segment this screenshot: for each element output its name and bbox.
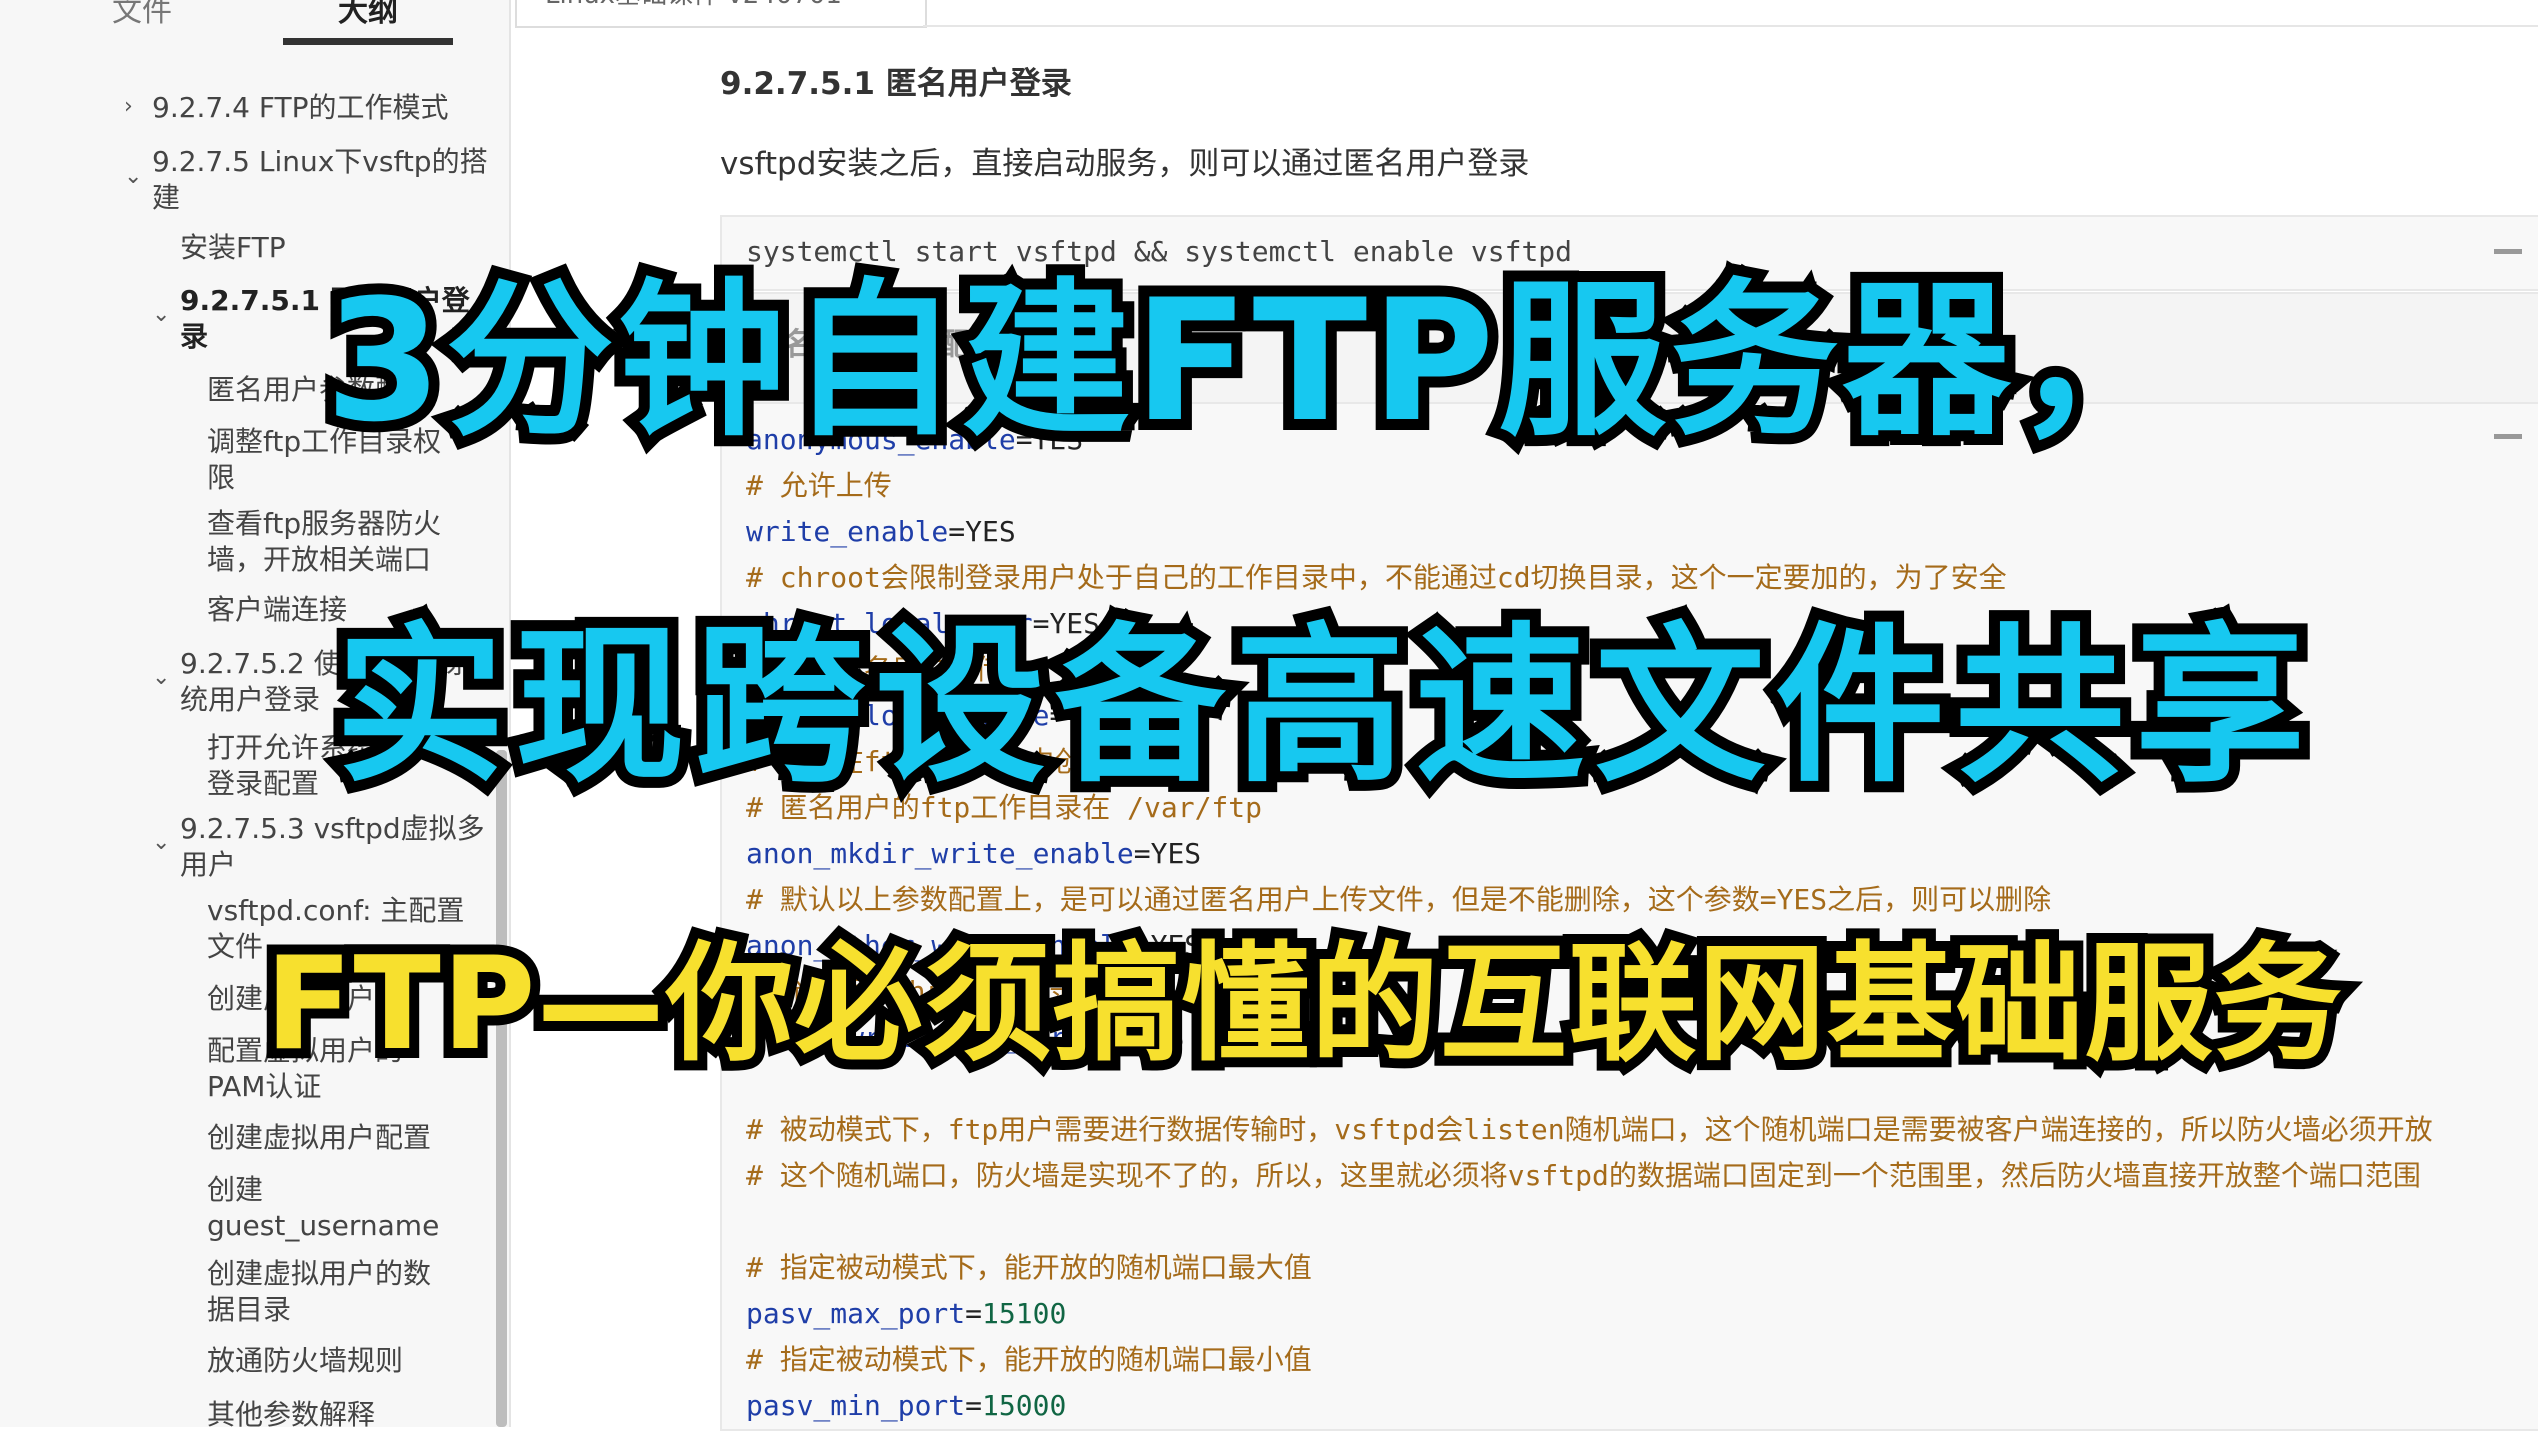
chevron-down-icon[interactable]: ⌄ bbox=[152, 302, 170, 327]
code-comment: # 允许上传 bbox=[746, 469, 892, 502]
outline-item[interactable]: 客户端连接 bbox=[207, 592, 347, 628]
outline-item[interactable]: 创建 guest_username bbox=[207, 1172, 439, 1244]
code-line: write_enable=YES bbox=[746, 515, 1016, 548]
tab-bar-divider bbox=[923, 25, 2538, 27]
code-comment: # 指定被动模式下，能开放的随机端口最小值 bbox=[746, 1343, 1312, 1376]
code-comment: # 指定被动模式下，能开放的随机端口最大值 bbox=[746, 1251, 1312, 1284]
collapse-icon[interactable] bbox=[2494, 249, 2522, 254]
overlay-subtitle: FTP—你必须搞懂的互联网基础服务 bbox=[255, 920, 2352, 1089]
chevron-down-icon[interactable]: ⌄ bbox=[152, 665, 170, 690]
outline-item[interactable]: 放通防火墙规则 bbox=[207, 1343, 403, 1379]
section-heading: 9.2.7.5.1 匿名用户登录 bbox=[720, 66, 1072, 102]
outline-item[interactable]: 其他参数解释 bbox=[207, 1397, 375, 1427]
code-comment: # 这个随机端口，防火墙是实现不了的，所以，这里就必须将vsftpd的数据端口固… bbox=[746, 1159, 2421, 1192]
chevron-down-icon[interactable]: ⌄ bbox=[124, 164, 142, 189]
active-tab-indicator bbox=[283, 38, 453, 45]
document-tab-title: Linux基础课件 v240701 bbox=[545, 0, 842, 11]
document-tab[interactable]: Linux基础课件 v240701 × bbox=[515, 0, 927, 28]
close-icon[interactable]: × bbox=[872, 0, 894, 2]
code-line: pasv_min_port=15000 bbox=[746, 1389, 1067, 1422]
chevron-down-icon[interactable]: ⌄ bbox=[152, 830, 170, 855]
sidebar-scrollbar[interactable] bbox=[496, 750, 507, 1427]
tab-file[interactable]: 文件 bbox=[52, 0, 232, 34]
overlay-title-line2: 实现跨设备高速文件共享 bbox=[324, 597, 2316, 817]
code-line: pasv_max_port=15100 bbox=[746, 1297, 1067, 1330]
outline-item[interactable]: 安装FTP bbox=[180, 230, 286, 266]
paragraph: vsftpd安装之后，直接启动服务，则可以通过匿名用户登录 bbox=[720, 146, 1530, 182]
collapse-icon[interactable] bbox=[2494, 434, 2522, 439]
sidebar-tabs: 文件 大纲 bbox=[0, 0, 509, 52]
outline-item[interactable]: 9.2.7.5.3 vsftpd虚拟多 用户 bbox=[180, 811, 485, 883]
code-comment: # 被动模式下，ftp用户需要进行数据传输时，vsftpd会listen随机端口… bbox=[746, 1113, 2433, 1146]
outline-item[interactable]: 创建虚拟用户的数 据目录 bbox=[207, 1256, 431, 1328]
outline-item[interactable]: 创建虚拟用户配置 bbox=[207, 1120, 431, 1156]
overlay-title-line1: 3分钟自建FTP服务器， bbox=[314, 252, 2193, 470]
chevron-right-icon[interactable]: › bbox=[124, 94, 133, 119]
code-line: anon_mkdir_write_enable=YES bbox=[746, 837, 1202, 870]
outline-item[interactable]: 9.2.7.5 Linux下vsftp的搭建 bbox=[152, 144, 488, 216]
outline-item[interactable]: 9.2.7.4 FTP的工作模式 bbox=[152, 90, 448, 126]
tab-outline[interactable]: 大纲 bbox=[278, 0, 458, 34]
